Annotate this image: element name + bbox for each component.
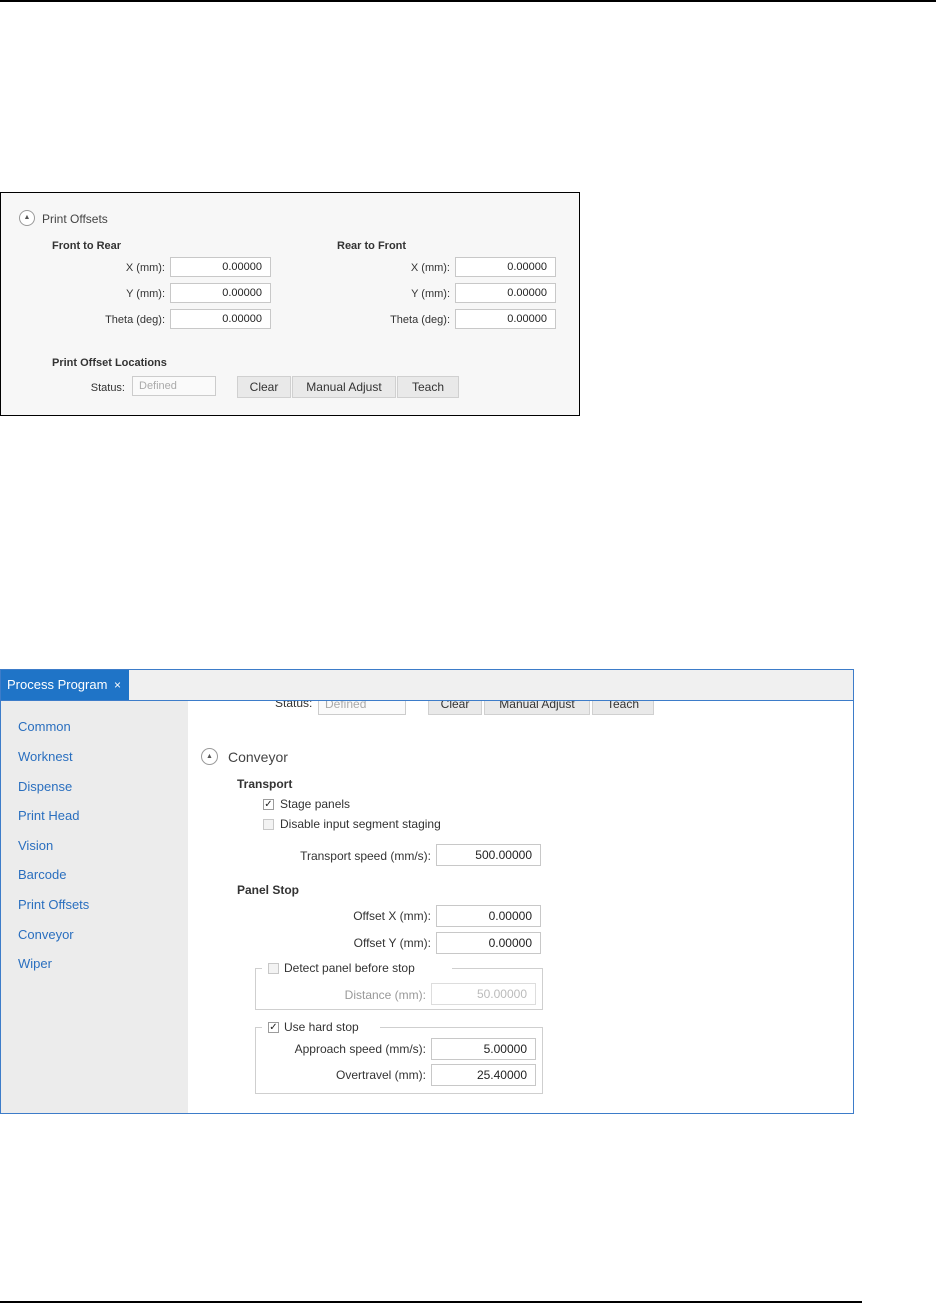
hard-stop-label: Use hard stop xyxy=(284,1020,359,1034)
detect-group-header: Detect panel before stop xyxy=(262,959,452,977)
locations-heading: Print Offset Locations xyxy=(52,357,167,369)
front-y-field[interactable]: 0.00000 xyxy=(170,283,271,303)
teach-button[interactable]: Teach xyxy=(397,376,459,398)
approach-speed-field[interactable]: 5.00000 xyxy=(431,1038,536,1060)
section-title: Print Offsets xyxy=(42,212,108,226)
manual-adjust-button[interactable]: Manual Adjust xyxy=(292,376,396,398)
scrolled-clear-button[interactable]: Clear xyxy=(428,701,482,715)
front-to-rear-heading: Front to Rear xyxy=(52,240,122,252)
sidebar: Common Worknest Dispense Print Head Visi… xyxy=(1,701,188,1113)
check-mark-icon: ✓ xyxy=(269,1022,278,1033)
offset-y-field[interactable]: 0.00000 xyxy=(436,932,541,954)
front-theta-field[interactable]: 0.00000 xyxy=(170,309,271,329)
offset-y-label: Offset Y (mm): xyxy=(353,936,431,950)
status-label: Status: xyxy=(90,382,125,394)
disable-staging-label: Disable input segment staging xyxy=(280,817,441,831)
detect-panel-checkbox[interactable] xyxy=(268,963,279,974)
top-rule xyxy=(0,0,936,2)
stage-panels-checkbox[interactable]: ✓ xyxy=(263,799,274,810)
hard-stop-checkbox[interactable]: ✓ xyxy=(268,1022,279,1033)
rear-theta-field[interactable]: 0.00000 xyxy=(455,309,556,329)
check-mark-icon: ✓ xyxy=(264,799,273,810)
rear-theta-label: Theta (deg): xyxy=(390,314,450,326)
rear-y-field[interactable]: 0.00000 xyxy=(455,283,556,303)
sidebar-item-wiper[interactable]: Wiper xyxy=(18,956,52,971)
approach-speed-label: Approach speed (mm/s): xyxy=(294,1042,426,1056)
sidebar-item-print-head[interactable]: Print Head xyxy=(18,808,79,823)
transport-heading: Transport xyxy=(237,777,293,791)
scrolled-teach-button[interactable]: Teach xyxy=(592,701,654,715)
close-icon[interactable]: × xyxy=(114,670,121,700)
stage-panels-label: Stage panels xyxy=(280,797,351,811)
overtravel-label: Overtravel (mm): xyxy=(336,1068,426,1082)
clear-button[interactable]: Clear xyxy=(237,376,291,398)
front-theta-label: Theta (deg): xyxy=(105,314,165,326)
sidebar-item-print-offsets[interactable]: Print Offsets xyxy=(18,897,89,912)
scrolled-status-label: Status: xyxy=(275,701,313,710)
hard-stop-group-header: ✓ Use hard stop xyxy=(262,1018,380,1036)
sidebar-item-barcode[interactable]: Barcode xyxy=(18,867,66,882)
content-pane: Status: Defined Clear Manual Adjust Teac… xyxy=(188,701,853,1113)
rear-x-label: X (mm): xyxy=(410,262,450,274)
front-x-field[interactable]: 0.00000 xyxy=(170,257,271,277)
sidebar-item-common[interactable]: Common xyxy=(18,719,71,734)
front-x-label: X (mm): xyxy=(125,262,165,274)
panel-stop-heading: Panel Stop xyxy=(237,883,300,897)
tab-process-program[interactable]: Process Program × xyxy=(1,670,129,700)
overtravel-field[interactable]: 25.40000 xyxy=(431,1064,536,1086)
scrolled-manual-adjust-button[interactable]: Manual Adjust xyxy=(484,701,590,715)
transport-speed-field[interactable]: 500.00000 xyxy=(436,844,541,866)
offset-x-field[interactable]: 0.00000 xyxy=(436,905,541,927)
tab-label: Process Program xyxy=(7,677,108,692)
sidebar-item-vision[interactable]: Vision xyxy=(18,838,53,853)
print-offsets-panel: ▲ Print Offsets Front to Rear X (mm): 0.… xyxy=(0,192,580,416)
sidebar-item-worknest[interactable]: Worknest xyxy=(18,749,73,764)
bottom-rule xyxy=(0,1301,862,1303)
sidebar-item-dispense[interactable]: Dispense xyxy=(18,779,72,794)
status-field: Defined xyxy=(132,376,216,396)
process-program-window: Process Program × Common Worknest Dispen… xyxy=(0,669,854,1114)
rear-y-label: Y (mm): xyxy=(411,288,450,300)
distance-label: Distance (mm): xyxy=(344,988,426,1002)
sidebar-item-conveyor[interactable]: Conveyor xyxy=(18,927,74,942)
front-y-label: Y (mm): xyxy=(126,288,165,300)
scrolled-status-field: Defined xyxy=(318,701,406,715)
rear-to-front-heading: Rear to Front xyxy=(337,240,407,252)
tab-bar: Process Program × xyxy=(1,670,853,701)
offset-x-label: Offset X (mm): xyxy=(353,909,431,923)
disable-staging-checkbox[interactable] xyxy=(263,819,274,830)
detect-panel-label: Detect panel before stop xyxy=(284,961,415,975)
collapse-icon[interactable]: ▲ xyxy=(19,210,35,226)
conveyor-title: Conveyor xyxy=(228,749,288,765)
transport-speed-label: Transport speed (mm/s): xyxy=(300,849,431,863)
rear-x-field[interactable]: 0.00000 xyxy=(455,257,556,277)
collapse-icon[interactable]: ▲ xyxy=(201,748,218,765)
distance-field: 50.00000 xyxy=(431,983,536,1005)
